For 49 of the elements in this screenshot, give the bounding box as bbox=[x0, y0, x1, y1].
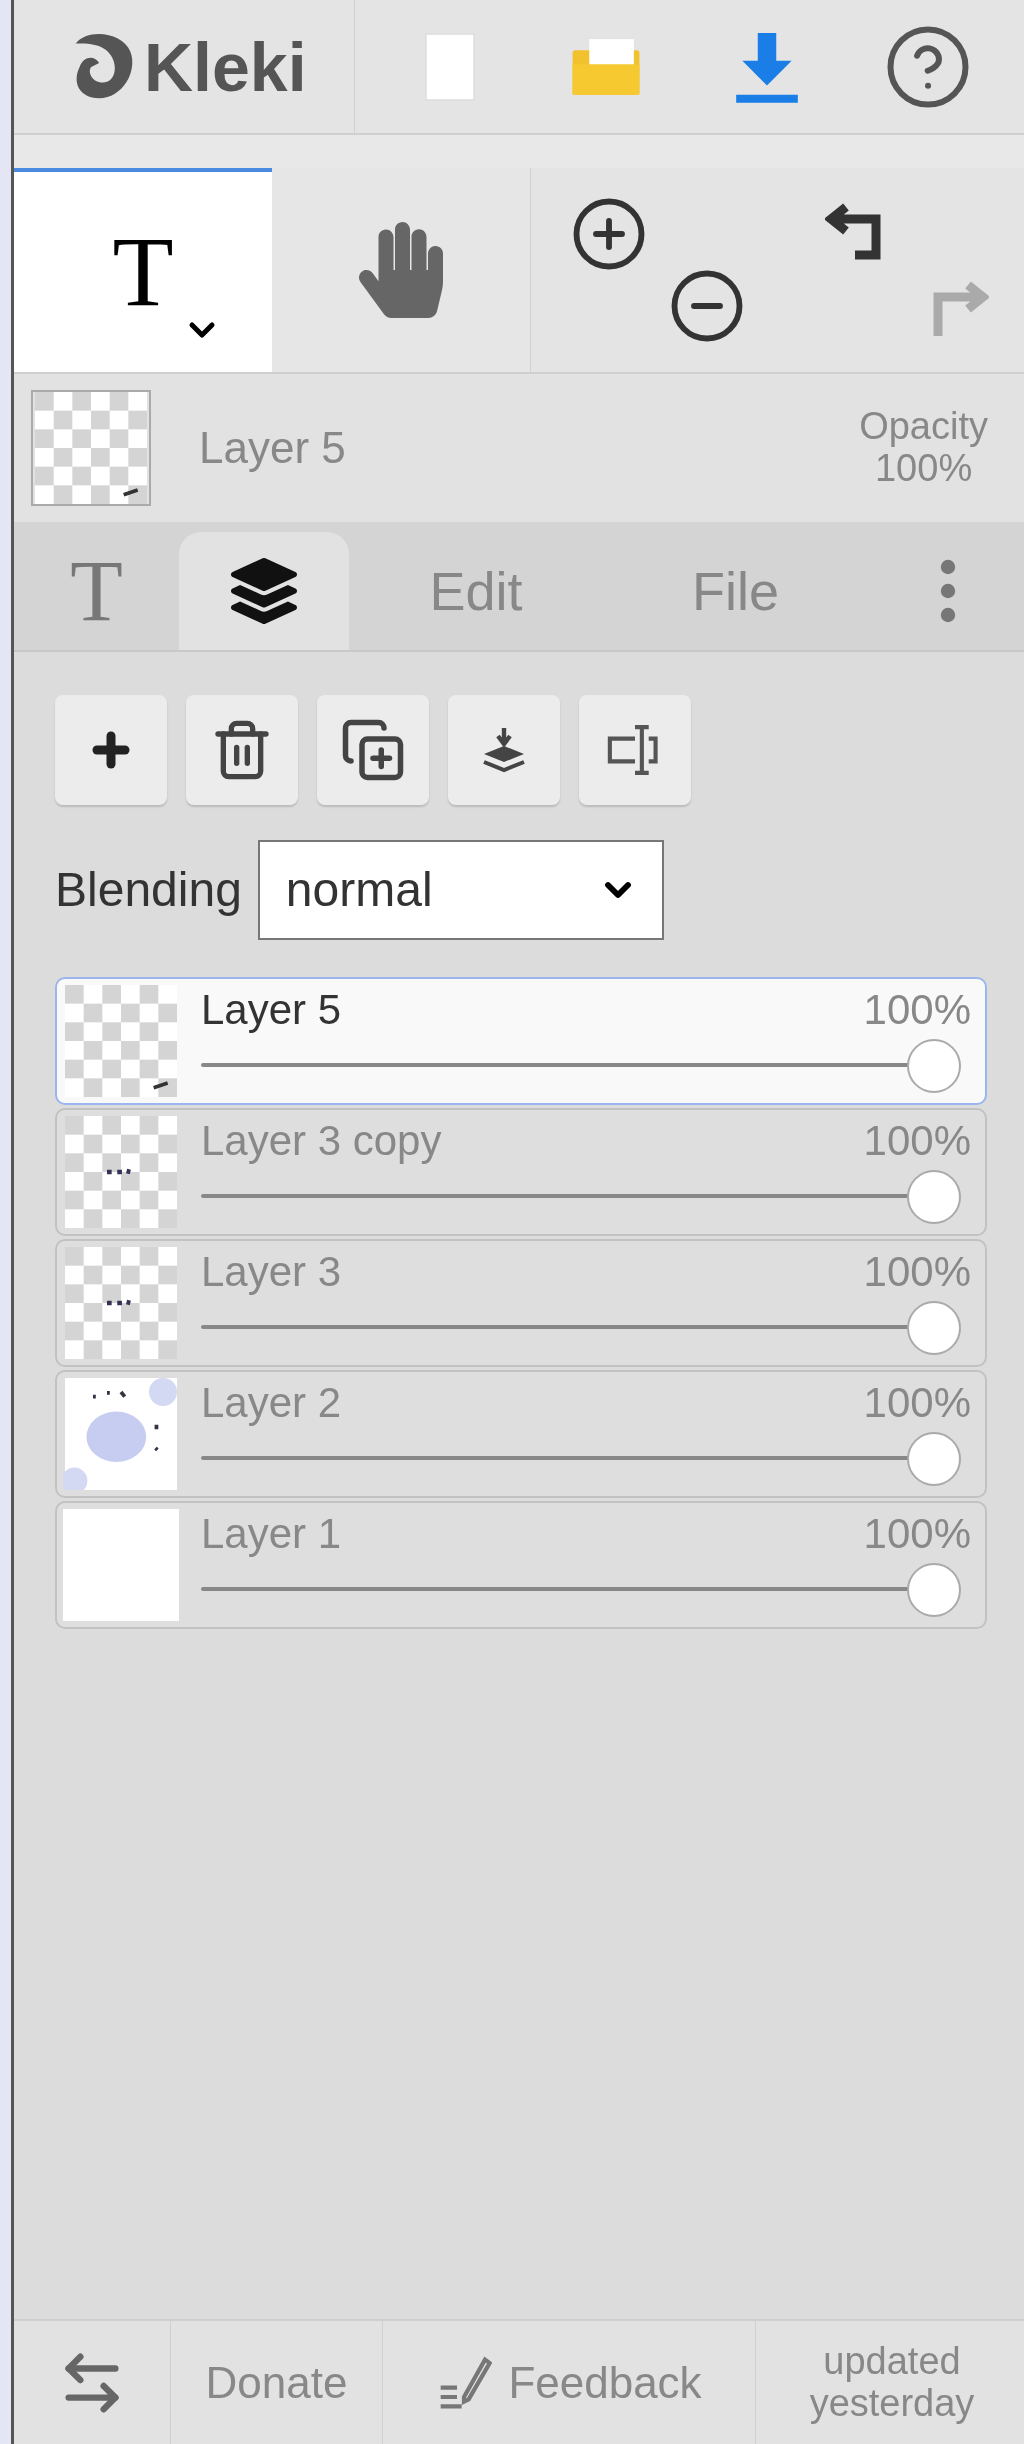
rename-layer-button[interactable] bbox=[579, 695, 691, 805]
panel-tab[interactable]: File bbox=[603, 532, 868, 650]
logo-text: Kleki bbox=[144, 32, 307, 101]
layer-opacity: 100% bbox=[863, 1509, 971, 1559]
slider-thumb[interactable] bbox=[907, 1563, 961, 1618]
layer-opacity: 100% bbox=[863, 985, 971, 1035]
layer-row[interactable]: Layer 1 100% bbox=[55, 1501, 987, 1629]
delete-layer-button[interactable] bbox=[186, 695, 298, 805]
layer-row[interactable]: Layer 2 100% bbox=[55, 1370, 987, 1498]
opacity-value: 100% bbox=[875, 448, 973, 490]
text-tool-icon: T bbox=[112, 222, 174, 322]
tool-button[interactable]: T bbox=[14, 168, 272, 372]
feedback-button[interactable]: Feedback bbox=[383, 2321, 756, 2444]
blending-select[interactable]: normal bbox=[257, 840, 664, 940]
hand-icon bbox=[357, 222, 445, 318]
opacity-slider[interactable] bbox=[201, 1299, 961, 1356]
panel-tab[interactable]: T bbox=[14, 532, 179, 650]
opacity-slider[interactable] bbox=[201, 1168, 961, 1225]
slider-thumb[interactable] bbox=[907, 1170, 961, 1225]
opacity-slider[interactable] bbox=[201, 1561, 961, 1618]
duplicate-layer-button[interactable] bbox=[317, 695, 429, 805]
donate-link[interactable]: Donate bbox=[171, 2321, 383, 2444]
layer-opacity: 100% bbox=[863, 1247, 971, 1297]
slider-thumb[interactable] bbox=[907, 1301, 961, 1356]
opacity-label: Opacity bbox=[859, 406, 988, 448]
slider-thumb[interactable] bbox=[907, 1039, 961, 1094]
opacity-slider[interactable] bbox=[201, 1430, 961, 1487]
duplicate-icon bbox=[340, 717, 406, 783]
layer-name: Layer 5 bbox=[201, 985, 342, 1035]
active-layer-name: Layer 5 bbox=[199, 422, 346, 474]
layers-icon bbox=[231, 558, 297, 624]
layer-name: Layer 2 bbox=[201, 1378, 342, 1428]
slider-thumb[interactable] bbox=[907, 1432, 961, 1487]
layer-row[interactable]: Layer 3 100% bbox=[55, 1239, 987, 1367]
panel-tab[interactable]: Edit bbox=[349, 532, 603, 650]
layer-opacity: 100% bbox=[863, 1116, 971, 1166]
panel-tab[interactable] bbox=[179, 532, 349, 650]
add-layer-button[interactable] bbox=[55, 695, 167, 805]
layer-name: Layer 3 copy bbox=[201, 1116, 442, 1166]
blending-label: Blending bbox=[55, 862, 242, 918]
more-icon bbox=[940, 559, 956, 623]
layer-opacity: 100% bbox=[863, 1378, 971, 1428]
layer-row[interactable]: Layer 5 100% bbox=[55, 977, 987, 1105]
layer-name: Layer 3 bbox=[201, 1247, 342, 1297]
opacity-slider[interactable] bbox=[201, 1037, 961, 1094]
merge-layer-button[interactable] bbox=[448, 695, 560, 805]
layer-row[interactable]: Layer 3 copy 100% bbox=[55, 1108, 987, 1236]
layer-name: Layer 1 bbox=[201, 1509, 342, 1559]
update-notice: updated yesterday bbox=[808, 2338, 976, 2426]
